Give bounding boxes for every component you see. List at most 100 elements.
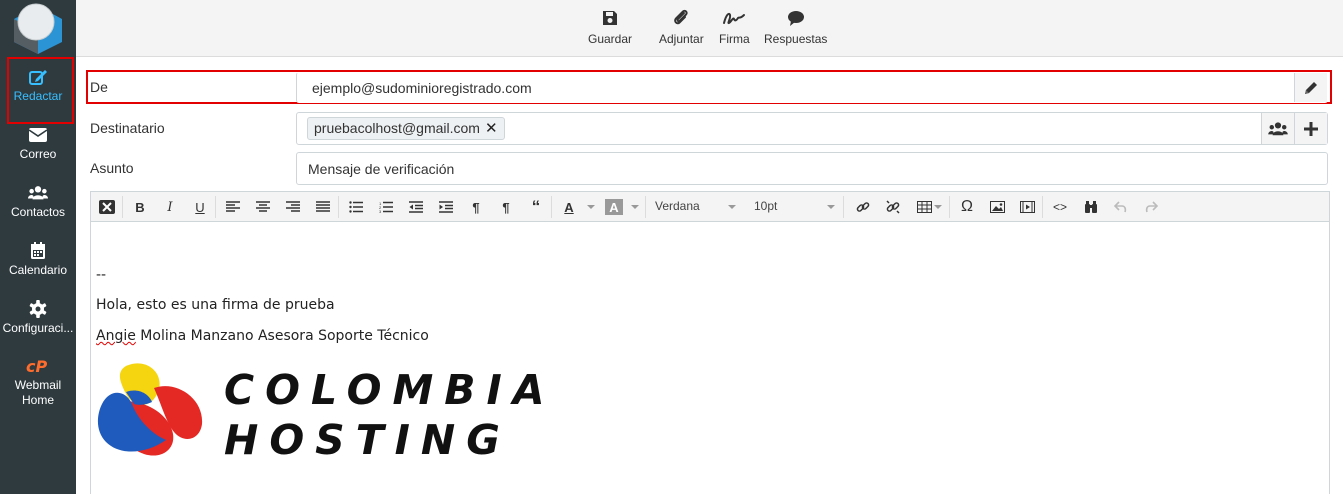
- paragraph-rtl-icon: ¶: [502, 199, 510, 215]
- outdent-icon: [409, 201, 423, 213]
- svg-text:3: 3: [379, 209, 382, 213]
- find-replace-button[interactable]: [1082, 199, 1100, 215]
- insert-image-button[interactable]: [988, 199, 1006, 215]
- sidebar-item-label: Configuraci...: [2, 321, 74, 335]
- clear-format-button[interactable]: [98, 199, 116, 215]
- sidebar-item-label: Calendario: [8, 263, 68, 277]
- cpanel-icon: cP: [26, 357, 47, 375]
- from-field[interactable]: ejemplo@sudominioregistrado.com: [296, 72, 1328, 103]
- undo-button[interactable]: [1112, 199, 1130, 215]
- compose-highlight-box: [7, 57, 74, 124]
- special-char-button[interactable]: Ω: [958, 198, 976, 215]
- numbered-list-icon: 123: [379, 201, 393, 213]
- clear-format-icon: [99, 200, 115, 214]
- compose-window: Redactar Correo Contactos Calendario Con…: [0, 0, 1343, 494]
- signature-logo: COLOMBIA HOSTING: [96, 358, 545, 468]
- plus-icon: [1304, 121, 1318, 136]
- media-icon: [1019, 201, 1035, 213]
- text-color-caret-icon[interactable]: [587, 205, 595, 209]
- align-right-button[interactable]: [284, 199, 302, 215]
- rtl-button[interactable]: ¶: [497, 199, 515, 215]
- justify-button[interactable]: [314, 199, 332, 215]
- paragraph-ltr-icon: ¶: [472, 199, 480, 215]
- responses-button[interactable]: Respuestas: [764, 9, 827, 46]
- contacts-icon: [1268, 121, 1288, 135]
- add-contact-group-button[interactable]: [1261, 113, 1294, 144]
- remove-recipient-icon[interactable]: ✕: [485, 118, 498, 139]
- remove-link-button[interactable]: [884, 199, 902, 215]
- sidebar-item-compose[interactable]: Redactar: [0, 57, 76, 124]
- unlink-icon: [886, 200, 900, 214]
- align-left-button[interactable]: [224, 199, 242, 215]
- font-size-select[interactable]: 10pt: [754, 199, 777, 213]
- misspelled-word[interactable]: Angie: [96, 328, 136, 344]
- binoculars-icon: [1085, 200, 1097, 213]
- sidebar-item-calendar[interactable]: Calendario: [0, 242, 76, 277]
- paperclip-icon: [674, 9, 688, 25]
- code-icon: <>: [1052, 200, 1067, 214]
- text-color-button[interactable]: A: [560, 199, 578, 215]
- sidebar-item-webmail-home[interactable]: cP Webmail Home: [0, 357, 76, 408]
- background-color-icon: A: [609, 199, 619, 215]
- insert-media-button[interactable]: [1018, 199, 1036, 215]
- attach-button[interactable]: Adjuntar: [659, 9, 704, 46]
- brand-line-2: HOSTING: [224, 416, 511, 464]
- font-size-caret-icon[interactable]: [827, 205, 835, 209]
- body-line-2-rest: Molina Manzano Asesora Soporte Técnico: [135, 328, 429, 344]
- subject-field[interactable]: Mensaje de verificación: [296, 152, 1328, 185]
- insert-link-button[interactable]: [854, 199, 872, 215]
- sidebar-item-label: Contactos: [10, 205, 66, 219]
- bold-button[interactable]: B: [131, 199, 149, 215]
- to-field[interactable]: pruebacolhost@gmail.com ✕: [296, 112, 1328, 145]
- numbered-list-button[interactable]: 123: [377, 199, 395, 215]
- sidebar-item-label: Correo: [19, 147, 57, 161]
- image-icon: [989, 201, 1005, 213]
- bullet-list-icon: [349, 201, 363, 213]
- font-family-caret-icon[interactable]: [728, 205, 736, 209]
- outdent-button[interactable]: [407, 199, 425, 215]
- sidebar-item-contacts[interactable]: Contactos: [0, 184, 76, 219]
- pencil-icon: [1305, 81, 1317, 94]
- redo-button[interactable]: [1142, 199, 1160, 215]
- contacts-icon: [28, 186, 48, 200]
- signature-button[interactable]: Firma: [719, 9, 750, 46]
- from-label: De: [90, 79, 108, 95]
- italic-button[interactable]: I: [161, 199, 179, 215]
- align-center-button[interactable]: [254, 199, 272, 215]
- omega-icon: Ω: [961, 198, 973, 215]
- source-code-button[interactable]: <>: [1051, 199, 1069, 215]
- save-button[interactable]: Guardar: [588, 9, 632, 46]
- add-recipient-button[interactable]: [1294, 113, 1327, 144]
- redo-icon: [1145, 201, 1158, 213]
- signature-label: Firma: [719, 32, 750, 46]
- body-line-2: Angie Molina Manzano Asesora Soporte Téc…: [96, 328, 429, 344]
- bullet-list-button[interactable]: [347, 199, 365, 215]
- subject-label: Asunto: [90, 160, 134, 176]
- save-label: Guardar: [588, 32, 633, 46]
- edit-identity-button[interactable]: [1294, 73, 1327, 102]
- link-icon: [856, 202, 870, 212]
- editor-toolbar: B I U 123 ¶ ¶ “ A A Verdana 10pt Ω <>: [91, 192, 1329, 222]
- indent-button[interactable]: [437, 199, 455, 215]
- recipient-chip[interactable]: pruebacolhost@gmail.com ✕: [307, 117, 505, 140]
- text-color-icon: A: [564, 199, 574, 215]
- underline-button[interactable]: U: [191, 199, 209, 215]
- sidebar-item-mail[interactable]: Correo: [0, 126, 76, 161]
- align-center-icon: [256, 201, 270, 212]
- ltr-button[interactable]: ¶: [467, 199, 485, 215]
- sidebar-item-settings[interactable]: Configuraci...: [0, 300, 76, 335]
- message-editor[interactable]: B I U 123 ¶ ¶ “ A A Verdana 10pt Ω <> --…: [90, 191, 1330, 494]
- font-family-select[interactable]: Verdana: [655, 199, 700, 213]
- insert-table-button[interactable]: [915, 199, 933, 215]
- background-color-caret-icon[interactable]: [631, 205, 639, 209]
- align-right-icon: [286, 201, 300, 212]
- underline-icon: U: [195, 199, 205, 215]
- roundcube-logo-icon[interactable]: [12, 2, 64, 54]
- background-color-button[interactable]: A: [605, 199, 623, 215]
- responses-label: Respuestas: [764, 32, 828, 46]
- table-caret-icon[interactable]: [934, 205, 942, 209]
- blockquote-button[interactable]: “: [527, 197, 545, 216]
- italic-icon: I: [167, 199, 173, 215]
- bold-icon: B: [135, 199, 145, 215]
- envelope-icon: [28, 128, 48, 142]
